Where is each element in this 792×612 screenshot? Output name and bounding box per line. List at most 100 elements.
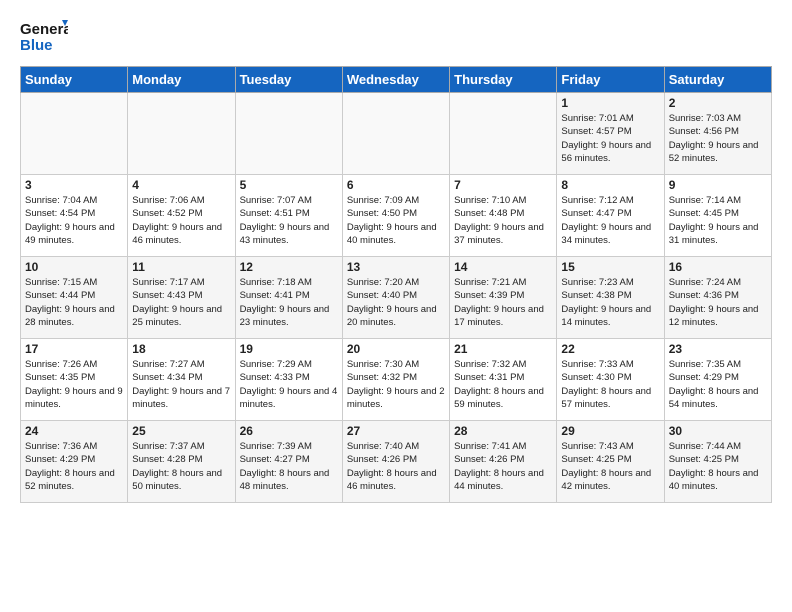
calendar-cell: 13 Sunrise: 7:20 AMSunset: 4:40 PMDayligh… <box>342 257 449 339</box>
day-number: 26 <box>240 424 338 438</box>
day-number: 24 <box>25 424 123 438</box>
day-number: 18 <box>132 342 230 356</box>
day-number: 15 <box>561 260 659 274</box>
header: General Blue <box>20 16 772 56</box>
calendar-cell: 25 Sunrise: 7:37 AMSunset: 4:28 PMDayligh… <box>128 421 235 503</box>
day-info: Sunrise: 7:21 AMSunset: 4:39 PMDaylight:… <box>454 276 552 329</box>
calendar-cell: 9 Sunrise: 7:14 AMSunset: 4:45 PMDaylight… <box>664 175 771 257</box>
logo-svg: General Blue <box>20 16 68 56</box>
calendar-cell: 23Sunrise: 7:35 AMSunset: 4:29 PMDayligh… <box>664 339 771 421</box>
day-info: Sunrise: 7:20 AMSunset: 4:40 PMDaylight:… <box>347 276 445 329</box>
day-info: Sunrise: 7:30 AMSunset: 4:32 PMDaylight:… <box>347 358 445 411</box>
calendar-table: SundayMondayTuesdayWednesdayThursdayFrid… <box>20 66 772 503</box>
day-info: Sunrise: 7:03 AMSunset: 4:56 PMDaylight:… <box>669 112 767 165</box>
weekday-header-sunday: Sunday <box>21 67 128 93</box>
day-number: 13 <box>347 260 445 274</box>
day-number: 29 <box>561 424 659 438</box>
calendar-cell: 21Sunrise: 7:32 AMSunset: 4:31 PMDayligh… <box>450 339 557 421</box>
day-info: Sunrise: 7:43 AMSunset: 4:25 PMDaylight:… <box>561 440 659 493</box>
day-info: Sunrise: 7:32 AMSunset: 4:31 PMDaylight:… <box>454 358 552 411</box>
day-info: Sunrise: 7:41 AMSunset: 4:26 PMDaylight:… <box>454 440 552 493</box>
calendar-week-3: 10Sunrise: 7:15 AMSunset: 4:44 PMDayligh… <box>21 257 772 339</box>
weekday-header-thursday: Thursday <box>450 67 557 93</box>
day-info: Sunrise: 7:27 AMSunset: 4:34 PMDaylight:… <box>132 358 230 411</box>
day-number: 10 <box>25 260 123 274</box>
day-number: 8 <box>561 178 659 192</box>
day-number: 12 <box>240 260 338 274</box>
day-number: 17 <box>25 342 123 356</box>
calendar-cell <box>21 93 128 175</box>
logo: General Blue <box>20 16 68 56</box>
calendar-cell: 24 Sunrise: 7:36 AMSunset: 4:29 PMDayligh… <box>21 421 128 503</box>
weekday-header-saturday: Saturday <box>664 67 771 93</box>
day-info: Sunrise: 7:33 AMSunset: 4:30 PMDaylight:… <box>561 358 659 411</box>
calendar-cell: 14 Sunrise: 7:21 AMSunset: 4:39 PMDayligh… <box>450 257 557 339</box>
calendar-cell: 28Sunrise: 7:41 AMSunset: 4:26 PMDayligh… <box>450 421 557 503</box>
day-info: Sunrise: 7:10 AMSunset: 4:48 PMDaylight:… <box>454 194 552 247</box>
day-number: 11 <box>132 260 230 274</box>
calendar-cell: 18 Sunrise: 7:27 AMSunset: 4:34 PMDayligh… <box>128 339 235 421</box>
day-number: 20 <box>347 342 445 356</box>
day-info: Sunrise: 7:29 AMSunset: 4:33 PMDaylight:… <box>240 358 338 411</box>
day-number: 22 <box>561 342 659 356</box>
day-number: 5 <box>240 178 338 192</box>
calendar-cell <box>450 93 557 175</box>
calendar-cell: 30 Sunrise: 7:44 AMSunset: 4:25 PMDayligh… <box>664 421 771 503</box>
calendar-week-2: 3 Sunrise: 7:04 AMSunset: 4:54 PMDaylight… <box>21 175 772 257</box>
day-number: 7 <box>454 178 552 192</box>
calendar-cell <box>128 93 235 175</box>
calendar-cell <box>342 93 449 175</box>
day-number: 3 <box>25 178 123 192</box>
calendar-cell: 16Sunrise: 7:24 AMSunset: 4:36 PMDayligh… <box>664 257 771 339</box>
calendar-week-5: 24 Sunrise: 7:36 AMSunset: 4:29 PMDayligh… <box>21 421 772 503</box>
day-info: Sunrise: 7:18 AMSunset: 4:41 PMDaylight:… <box>240 276 338 329</box>
day-number: 1 <box>561 96 659 110</box>
day-info: Sunrise: 7:39 AMSunset: 4:27 PMDaylight:… <box>240 440 338 493</box>
day-info: Sunrise: 7:07 AMSunset: 4:51 PMDaylight:… <box>240 194 338 247</box>
day-number: 27 <box>347 424 445 438</box>
day-number: 4 <box>132 178 230 192</box>
weekday-header-monday: Monday <box>128 67 235 93</box>
day-number: 6 <box>347 178 445 192</box>
day-info: Sunrise: 7:44 AMSunset: 4:25 PMDaylight:… <box>669 440 767 493</box>
day-info: Sunrise: 7:04 AMSunset: 4:54 PMDaylight:… <box>25 194 123 247</box>
day-info: Sunrise: 7:14 AMSunset: 4:45 PMDaylight:… <box>669 194 767 247</box>
calendar-cell: 3 Sunrise: 7:04 AMSunset: 4:54 PMDaylight… <box>21 175 128 257</box>
calendar-cell: 29 Sunrise: 7:43 AMSunset: 4:25 PMDayligh… <box>557 421 664 503</box>
day-number: 9 <box>669 178 767 192</box>
calendar-week-1: 1Sunrise: 7:01 AMSunset: 4:57 PMDaylight… <box>21 93 772 175</box>
calendar-cell: 7 Sunrise: 7:10 AMSunset: 4:48 PMDaylight… <box>450 175 557 257</box>
page-container: General Blue SundayMondayTuesdayWednesda… <box>0 0 792 513</box>
day-info: Sunrise: 7:36 AMSunset: 4:29 PMDaylight:… <box>25 440 123 493</box>
day-number: 25 <box>132 424 230 438</box>
day-info: Sunrise: 7:06 AMSunset: 4:52 PMDaylight:… <box>132 194 230 247</box>
calendar-cell: 19 Sunrise: 7:29 AMSunset: 4:33 PMDayligh… <box>235 339 342 421</box>
calendar-cell: 11Sunrise: 7:17 AMSunset: 4:43 PMDayligh… <box>128 257 235 339</box>
day-number: 14 <box>454 260 552 274</box>
weekday-header-friday: Friday <box>557 67 664 93</box>
svg-text:General: General <box>20 21 68 38</box>
day-info: Sunrise: 7:12 AMSunset: 4:47 PMDaylight:… <box>561 194 659 247</box>
calendar-cell: 5 Sunrise: 7:07 AMSunset: 4:51 PMDaylight… <box>235 175 342 257</box>
day-info: Sunrise: 7:26 AMSunset: 4:35 PMDaylight:… <box>25 358 123 411</box>
calendar-cell: 10Sunrise: 7:15 AMSunset: 4:44 PMDayligh… <box>21 257 128 339</box>
day-number: 30 <box>669 424 767 438</box>
day-info: Sunrise: 7:40 AMSunset: 4:26 PMDaylight:… <box>347 440 445 493</box>
calendar-cell: 15 Sunrise: 7:23 AMSunset: 4:38 PMDayligh… <box>557 257 664 339</box>
calendar-cell: 6 Sunrise: 7:09 AMSunset: 4:50 PMDaylight… <box>342 175 449 257</box>
day-info: Sunrise: 7:09 AMSunset: 4:50 PMDaylight:… <box>347 194 445 247</box>
calendar-cell: 2 Sunrise: 7:03 AMSunset: 4:56 PMDaylight… <box>664 93 771 175</box>
calendar-cell: 12 Sunrise: 7:18 AMSunset: 4:41 PMDayligh… <box>235 257 342 339</box>
day-info: Sunrise: 7:37 AMSunset: 4:28 PMDaylight:… <box>132 440 230 493</box>
calendar-cell: 17 Sunrise: 7:26 AMSunset: 4:35 PMDayligh… <box>21 339 128 421</box>
day-info: Sunrise: 7:35 AMSunset: 4:29 PMDaylight:… <box>669 358 767 411</box>
day-info: Sunrise: 7:23 AMSunset: 4:38 PMDaylight:… <box>561 276 659 329</box>
calendar-cell: 26 Sunrise: 7:39 AMSunset: 4:27 PMDayligh… <box>235 421 342 503</box>
day-number: 2 <box>669 96 767 110</box>
calendar-cell: 20 Sunrise: 7:30 AMSunset: 4:32 PMDayligh… <box>342 339 449 421</box>
day-number: 19 <box>240 342 338 356</box>
calendar-cell: 8 Sunrise: 7:12 AMSunset: 4:47 PMDaylight… <box>557 175 664 257</box>
calendar-cell: 4 Sunrise: 7:06 AMSunset: 4:52 PMDaylight… <box>128 175 235 257</box>
weekday-header-tuesday: Tuesday <box>235 67 342 93</box>
calendar-cell: 22 Sunrise: 7:33 AMSunset: 4:30 PMDayligh… <box>557 339 664 421</box>
